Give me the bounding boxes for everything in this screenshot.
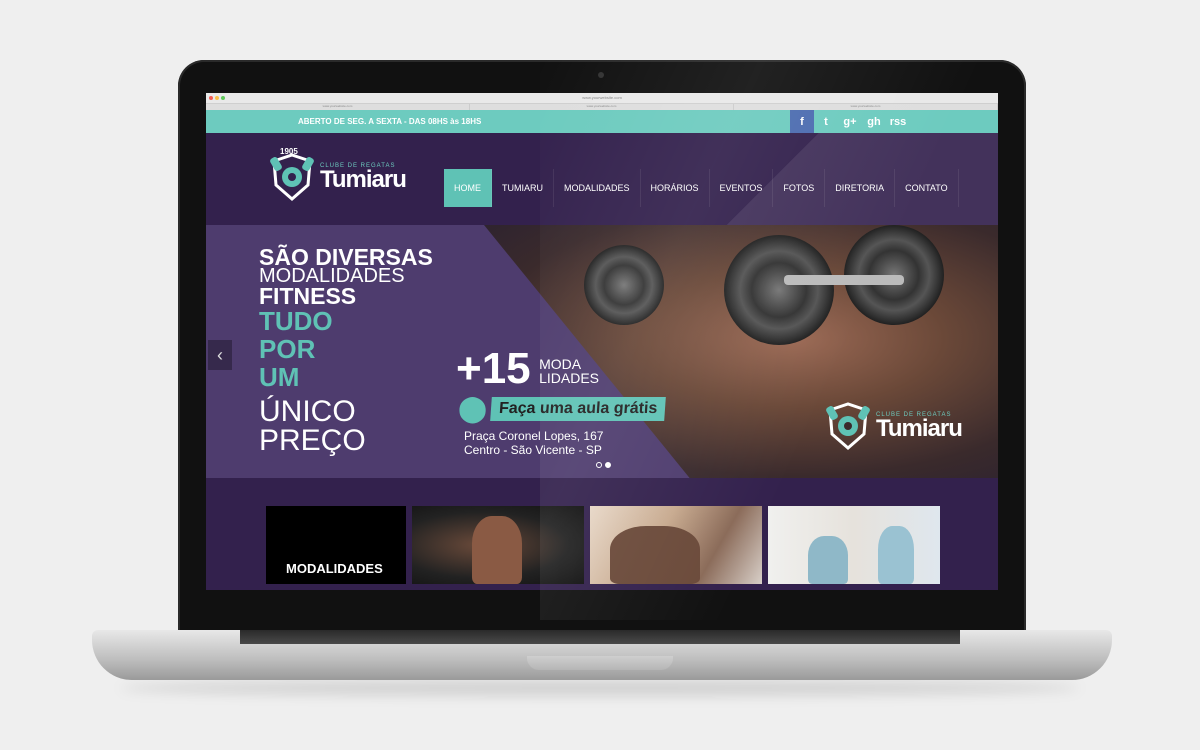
athlete-figure (878, 526, 914, 584)
twitter-icon[interactable]: t (814, 110, 838, 133)
nav-eventos[interactable]: EVENTOS (710, 169, 774, 207)
logo-name: Tumiaru (320, 166, 407, 193)
logo-text: CLUBE DE REGATAS Tumiaru (320, 163, 407, 193)
nav-home[interactable]: HOME (444, 169, 492, 207)
main-nav: HOME TUMIARU MODALIDADES HORÁRIOS EVENTO… (444, 169, 959, 207)
github-icon[interactable]: gh (862, 110, 886, 133)
browser-chrome: www.yourwebsite.com (206, 93, 998, 104)
modalidades-thumbnails: MODALIDADES (206, 478, 998, 588)
free-class-button[interactable]: Faça uma aula grátis (490, 396, 667, 421)
address-line: Centro - São Vicente - SP (464, 443, 602, 457)
shield-icon (270, 153, 314, 201)
promo-label-line: LIDADES (539, 370, 600, 386)
nav-fotos[interactable]: FOTOS (773, 169, 826, 207)
nav-tumiaru[interactable]: TUMIARU (492, 169, 554, 207)
hero-logo-text: CLUBE DE REGATAS Tumiaru (876, 412, 963, 442)
slider-prev-button[interactable]: ‹ (208, 340, 232, 370)
site-header: 1905 CLUBE DE REGATAS Tumiaru HOME TUMIA… (206, 133, 998, 225)
hero-thin-line: ÚNICO (259, 395, 356, 428)
laptop-notch (527, 656, 673, 670)
facebook-icon[interactable]: f (790, 110, 814, 133)
hero-thin-line: PREÇO (259, 424, 366, 457)
logo-year: 1905 (280, 147, 298, 156)
slider-dots (596, 462, 611, 468)
promo-number: +15 (456, 344, 531, 393)
nav-diretoria[interactable]: DIRETORIA (825, 169, 896, 207)
hero-teal-line: POR (259, 334, 316, 364)
address-line: Praça Coronel Lopes, 167 (464, 429, 604, 443)
hero-line: FITNESS (259, 283, 357, 309)
shield-icon (826, 402, 870, 450)
thumbnail-yoga[interactable] (768, 506, 940, 584)
dumbbell-plate (584, 245, 664, 325)
address: Praça Coronel Lopes, 167 Centro - São Vi… (464, 429, 603, 457)
top-bar: ABERTO DE SEG. A SEXTA - DAS 08HS às 18H… (206, 110, 998, 133)
thumbnail-stretch[interactable] (590, 506, 762, 584)
slider-dot-active[interactable] (605, 462, 611, 468)
social-links: f t g+ gh rss (790, 110, 910, 133)
logo[interactable]: 1905 CLUBE DE REGATAS Tumiaru (270, 147, 407, 203)
hero-teal-line: UM (259, 362, 300, 392)
promo-modalidades: +15 MODA LIDADES (456, 347, 599, 391)
modalidades-label: MODALIDADES (286, 561, 383, 576)
nav-contato[interactable]: CONTATO (895, 169, 959, 207)
dumbbell-plate (724, 235, 834, 345)
promo-label: MODA LIDADES (539, 357, 599, 385)
athlete-figure (610, 526, 700, 584)
dumbbell-bar (784, 275, 904, 285)
hero-line: SÃO DIVERSAS (259, 244, 433, 270)
thumbnail-weights[interactable] (412, 506, 584, 584)
nav-horarios[interactable]: HORÁRIOS (641, 169, 710, 207)
laptop-hinge (240, 630, 960, 644)
free-class-cta[interactable]: ⬤ Faça uma aula grátis (458, 393, 667, 424)
opening-hours: ABERTO DE SEG. A SEXTA - DAS 08HS às 18H… (298, 117, 482, 126)
modalidades-tile[interactable]: MODALIDADES (266, 506, 406, 584)
hero-teal-line: TUDO (259, 306, 333, 336)
google-plus-icon[interactable]: g+ (838, 110, 862, 133)
hero-logo-name: Tumiaru (876, 415, 963, 442)
address-bar[interactable]: www.yourwebsite.com (206, 95, 998, 100)
nav-modalidades[interactable]: MODALIDADES (554, 169, 641, 207)
slider-dot[interactable] (596, 462, 602, 468)
rss-icon[interactable]: rss (886, 110, 910, 133)
camera (598, 72, 604, 78)
laptop-shadow (120, 680, 1080, 696)
map-pin-icon: ⬤ (458, 393, 488, 423)
laptop-screen: www.yourwebsite.com www.yourwebsite.com … (206, 93, 998, 590)
hero-headline: SÃO DIVERSAS MODALIDADES FITNESS TUDO PO… (259, 244, 433, 457)
athlete-figure (472, 516, 522, 584)
athlete-figure (808, 536, 848, 584)
hero-slider: ‹ SÃO DIVERSAS MODALIDADES FITNESS TUDO … (206, 225, 998, 478)
hero-logo: CLUBE DE REGATAS Tumiaru (826, 400, 963, 452)
